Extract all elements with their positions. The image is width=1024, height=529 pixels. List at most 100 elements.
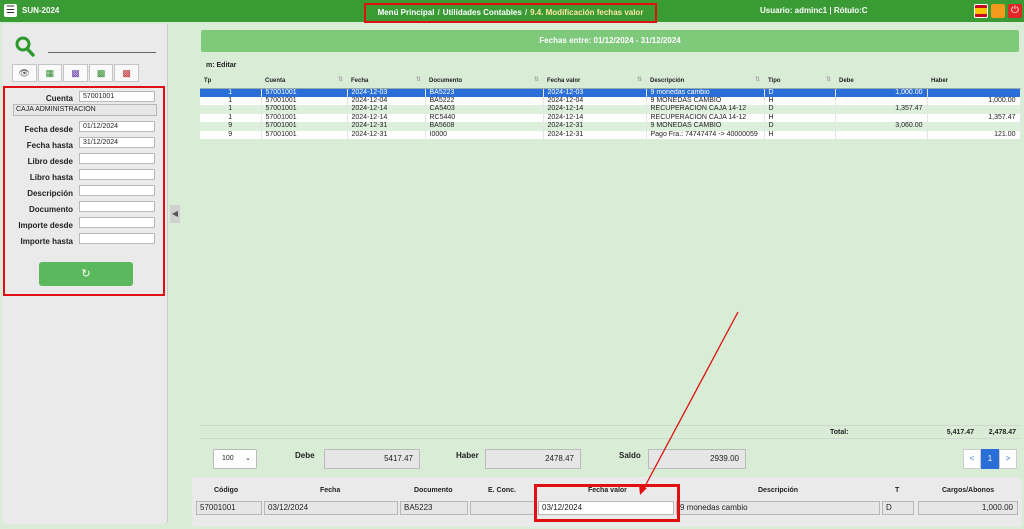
col-header-tipo[interactable]: Tipo ⇅ (764, 74, 835, 89)
fecha-hasta-field[interactable]: 31/12/2024 (79, 137, 155, 148)
descripcion-field: 9 monedas cambio (676, 501, 880, 515)
cell-fecha: 2024-12-31 (347, 130, 426, 139)
prev-page-button[interactable]: < (963, 449, 981, 469)
totals-row: Total: 5,417.47 2,478.47 (200, 425, 1020, 439)
cell-cuenta: 57001001 (261, 105, 348, 114)
cell-fecha: 2024-12-14 (347, 105, 426, 114)
search-input[interactable] (48, 52, 156, 53)
descripcion-label: Descripción (758, 487, 799, 494)
codigo-label: Código (214, 487, 239, 494)
importe-hasta-label: Importe hasta (20, 237, 73, 246)
importe-desde-field[interactable] (79, 217, 155, 228)
excel-icon[interactable]: ▦ (37, 64, 63, 82)
cell-haber: 1,357.47 (927, 113, 1021, 122)
pdf-icon[interactable]: ▩ (114, 64, 139, 82)
cell-fecha: 2024-12-04 (347, 96, 426, 105)
cell-tp: 9 (200, 130, 262, 139)
cell-tipo: H (764, 113, 836, 122)
cell-descripcion: 9 monedas cambio (646, 88, 765, 97)
power-icon[interactable]: ⏻ (1008, 4, 1022, 18)
table-header-row: Tp Cuenta ⇅ Fecha ⇅ Documento ⇅ Fecha valor… (200, 74, 1020, 89)
breadcrumb: Menú Principal / Utilidades Contables/9.4.… (364, 3, 657, 23)
col-header-fecha-valor[interactable]: Fecha valor ⇅ (543, 74, 646, 89)
haber-sum-field: 2478.47 (485, 449, 581, 469)
importe-hasta-field[interactable] (79, 233, 155, 244)
page-size-select[interactable]: 100 ⌄ (213, 449, 257, 469)
breadcrumb-current: 9.4. Modificación fechas valor (530, 8, 644, 17)
view-icon[interactable]: 👁 (12, 64, 37, 82)
cell-debe (835, 96, 928, 105)
saldo-label: Saldo (619, 451, 641, 460)
cell-haber: 1,000.00 (927, 96, 1021, 105)
cell-tipo: H (764, 96, 836, 105)
cargos-field: 1,000.00 (918, 501, 1018, 515)
col-header-haber[interactable]: Haber (927, 74, 1020, 89)
date-range-header: Fechas entre: 01/12/2024 - 31/12/2024 (201, 30, 1019, 52)
col-header-debe[interactable]: Debe (835, 74, 927, 89)
page-1-button[interactable]: 1 (981, 449, 999, 469)
refresh-button[interactable]: ↻ (39, 262, 133, 286)
table-row[interactable]: 9 57001001 2024-12-31 I0000 2024-12-31 Pago F… (200, 130, 1021, 139)
cell-tipo: D (764, 88, 836, 97)
econc-label: E. Conc. (488, 487, 517, 494)
breadcrumb-separator: / (524, 8, 528, 17)
table-row[interactable]: 1 57001001 2024-12-03 BA5223 2024-12-03 9 mon… (200, 88, 1021, 97)
print-green-icon[interactable]: ▩ (88, 64, 114, 82)
table-row[interactable]: 9 57001001 2024-12-31 BA5608 2024-12-31 9 MON… (200, 122, 1021, 131)
cuenta-label: Cuenta (45, 94, 73, 103)
col-header-cuenta[interactable]: Cuenta ⇅ (261, 74, 347, 89)
cell-cuenta: 57001001 (261, 113, 348, 122)
print-icon[interactable]: ▩ (63, 64, 88, 82)
collapse-sidebar-icon[interactable]: ◀ (170, 205, 180, 223)
descripcion-field[interactable] (79, 185, 155, 196)
cell-tipo: D (764, 105, 836, 114)
table-title: m: Editar (206, 62, 237, 69)
total-label: Total: (830, 429, 849, 436)
cell-tipo: D (764, 122, 836, 131)
documento-field[interactable] (79, 201, 155, 212)
cell-documento: BA5223 (425, 88, 544, 97)
cuenta-field[interactable]: 57001001 (79, 91, 155, 102)
language-flag-icon[interactable] (974, 4, 988, 18)
table-row[interactable]: 1 57001001 2024-12-14 CA5403 2024-12-14 RECUP… (200, 105, 1021, 114)
table-row[interactable]: 1 57001001 2024-12-14 RC5440 2024-12-14 RECUP… (200, 113, 1021, 122)
breadcrumb-utilidades[interactable]: Utilidades Contables (443, 8, 522, 17)
cell-haber (927, 105, 1021, 114)
cell-haber (927, 122, 1021, 131)
t-label: T (895, 487, 900, 494)
saldo-sum-field: 2939.00 (648, 449, 746, 469)
search-icon[interactable] (15, 36, 35, 58)
cell-descripcion: RECUPERACION CAJA 14-12 (646, 105, 765, 114)
fecha-desde-field[interactable]: 01/12/2024 (79, 121, 155, 132)
cell-debe: 1,000.00 (835, 88, 928, 97)
cuenta-name: CAJA ADMINISTRACION (13, 104, 157, 116)
col-header-tp[interactable]: Tp (200, 74, 261, 89)
printer-icon[interactable] (991, 4, 1005, 18)
cell-cuenta: 57001001 (261, 88, 348, 97)
cell-documento: I0000 (425, 130, 544, 139)
breadcrumb-menu-principal[interactable]: Menú Principal (378, 8, 435, 17)
col-header-fecha[interactable]: Fecha ⇅ (347, 74, 425, 89)
table-row[interactable]: 1 57001001 2024-12-04 BA5222 2024-12-04 9 MON… (200, 96, 1021, 105)
app-name: SUN-2024 (22, 6, 60, 15)
debe-sum-field: 5417.47 (324, 449, 420, 469)
cell-fecha-valor: 2024-12-03 (543, 88, 647, 97)
econc-field (470, 501, 536, 515)
cell-fecha-valor: 2024-12-31 (543, 130, 647, 139)
cell-tipo: H (764, 130, 836, 139)
col-header-documento[interactable]: Documento ⇅ (425, 74, 543, 89)
cell-descripcion: 9 MONEDAS CAMBIO (646, 122, 765, 131)
next-page-button[interactable]: > (999, 449, 1017, 469)
hamburger-menu-icon[interactable]: ☰ (4, 4, 17, 17)
entries-table: Tp Cuenta ⇅ Fecha ⇅ Documento ⇅ Fecha valor… (200, 74, 1021, 139)
col-header-descripcion[interactable]: Descripción ⇅ (646, 74, 764, 89)
libro-desde-field[interactable] (79, 153, 155, 164)
libro-hasta-field[interactable] (79, 169, 155, 180)
user-info: Usuario: adminc1 | Rótulo:C (760, 6, 868, 15)
cargos-label: Cargos/Abonos (942, 487, 995, 494)
cell-descripcion: RECUPERACION CAJA 14-12 (646, 113, 765, 122)
cell-debe (835, 113, 928, 122)
documento-label: Documento (29, 205, 73, 214)
haber-label: Haber (456, 451, 479, 460)
cell-documento: BA5222 (425, 96, 544, 105)
